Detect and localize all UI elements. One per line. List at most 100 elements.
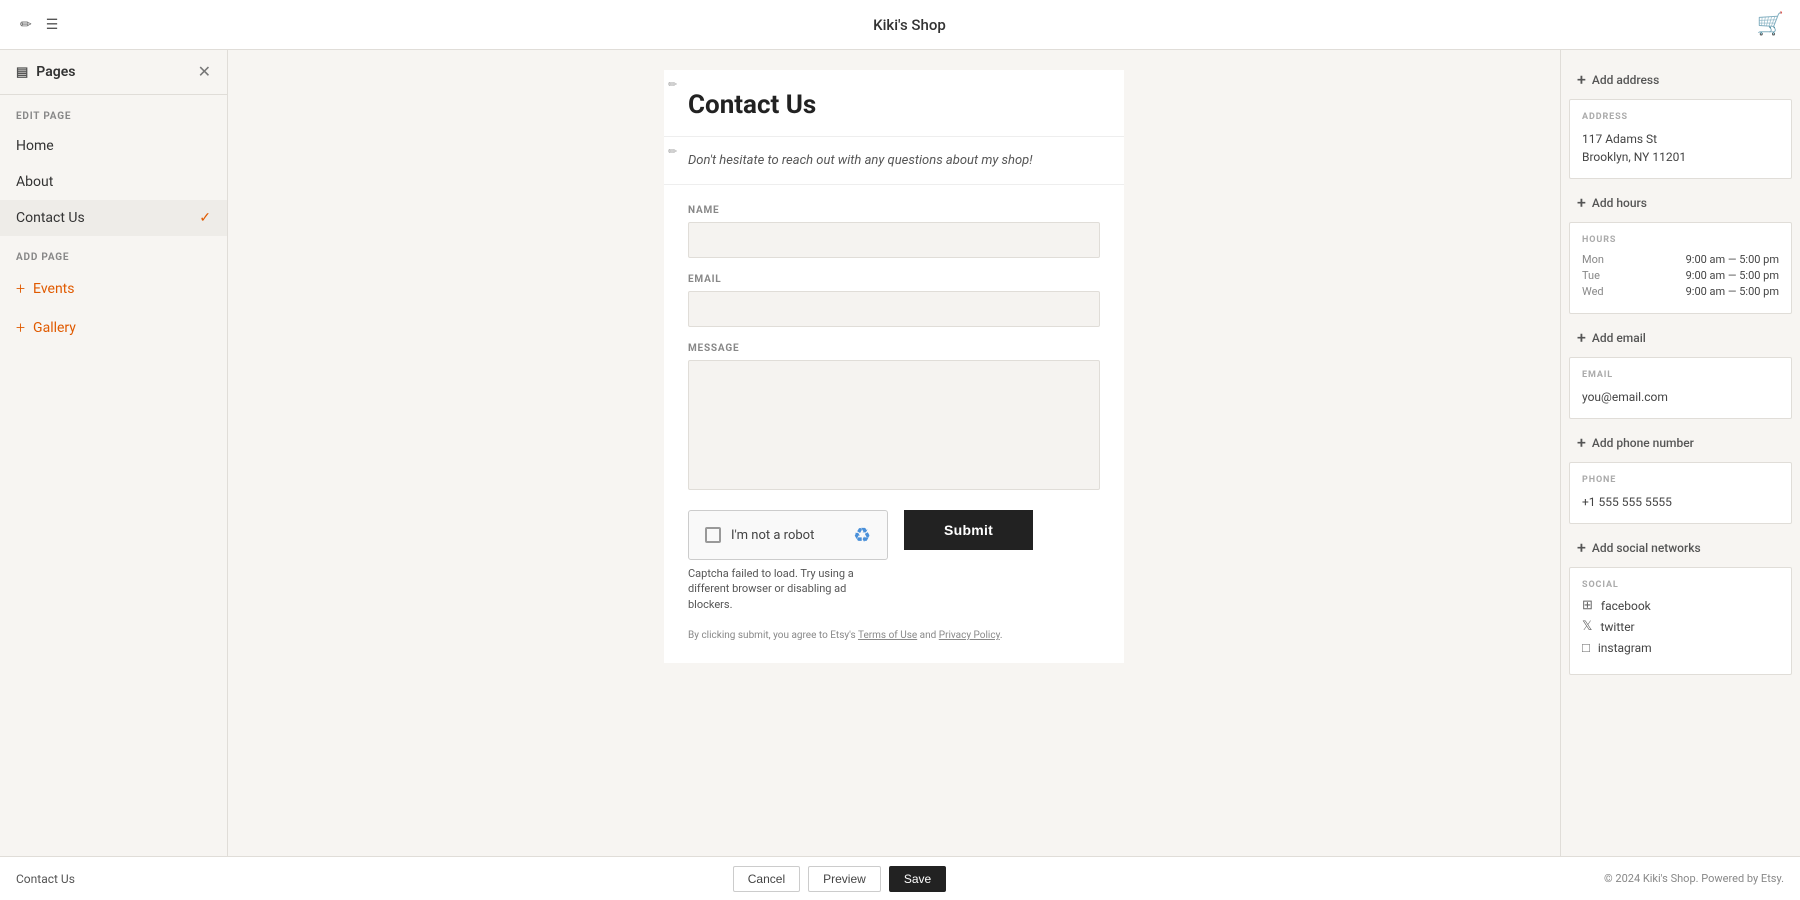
- add-hours-button[interactable]: + Add hours: [1561, 183, 1800, 222]
- email-card-label: EMAIL: [1582, 370, 1779, 380]
- form-section: ✏ Contact Us ✏ Don't hesitate to reach o…: [228, 50, 1560, 856]
- facebook-icon: ⊞: [1582, 598, 1593, 613]
- add-gallery-label: Gallery: [33, 320, 76, 336]
- hours-row-wed: Wed 9:00 am — 5:00 pm: [1582, 285, 1779, 298]
- list-icon[interactable]: ☰: [42, 13, 63, 37]
- twitter-label: twitter: [1600, 620, 1634, 634]
- address-line1: 117 Adams St: [1582, 130, 1779, 148]
- address-line2: Brooklyn, NY 11201: [1582, 148, 1779, 166]
- add-social-button[interactable]: + Add social networks: [1561, 528, 1800, 567]
- add-social-icon: +: [1577, 538, 1586, 557]
- hours-card-label: HOURS: [1582, 235, 1779, 245]
- main-layout: ▤ Pages ✕ EDIT PAGE Home About Contact U…: [0, 50, 1800, 856]
- submit-button[interactable]: Submit: [904, 510, 1033, 550]
- form-canvas: ✏ Contact Us ✏ Don't hesitate to reach o…: [664, 70, 1124, 663]
- hours-card: HOURS Mon 9:00 am — 5:00 pm Tue 9:00 am …: [1569, 222, 1792, 314]
- form-footer-text: By clicking submit, you agree to Etsy's …: [688, 628, 1100, 643]
- pencil-icon[interactable]: ✏: [16, 13, 36, 37]
- preview-button[interactable]: Preview: [808, 866, 881, 892]
- add-phone-icon: +: [1577, 433, 1586, 452]
- contact-info-sidebar: + Add address ADDRESS 117 Adams St Brook…: [1560, 50, 1800, 856]
- form-description: Don't hesitate to reach out with any que…: [688, 153, 1100, 168]
- sidebar-item-contact-label: Contact Us: [16, 210, 85, 226]
- add-page-label: ADD PAGE: [0, 236, 227, 269]
- form-body: NAME EMAIL MESSAGE I'm not a robot ♻: [664, 185, 1124, 663]
- email-label: EMAIL: [688, 274, 1100, 285]
- sidebar-add-gallery[interactable]: + Gallery: [0, 308, 227, 347]
- name-input[interactable]: [688, 222, 1100, 258]
- active-check-icon: ✓: [199, 210, 211, 226]
- add-gallery-icon: +: [16, 318, 25, 337]
- terms-link[interactable]: Terms of Use: [858, 630, 917, 641]
- address-section: + Add address ADDRESS 117 Adams St Brook…: [1561, 60, 1800, 179]
- captcha-error: Captcha failed to load. Try using a diff…: [688, 566, 868, 612]
- message-textarea[interactable]: [688, 360, 1100, 490]
- add-events-icon: +: [16, 279, 25, 298]
- phone-card-label: PHONE: [1582, 475, 1779, 485]
- title-edit-pencil[interactable]: ✏: [668, 78, 677, 91]
- social-card: SOCIAL ⊞ facebook 𝕏 twitter □ instagram: [1569, 567, 1792, 675]
- sidebar-header-title: ▤ Pages: [16, 64, 75, 80]
- captcha-row: I'm not a robot ♻ Captcha failed to load…: [688, 510, 1100, 612]
- twitter-icon: 𝕏: [1582, 619, 1592, 634]
- add-email-button[interactable]: + Add email: [1561, 318, 1800, 357]
- hours-section: + Add hours HOURS Mon 9:00 am — 5:00 pm …: [1561, 183, 1800, 314]
- sidebar-item-about[interactable]: About: [0, 164, 227, 200]
- cancel-button[interactable]: Cancel: [733, 866, 800, 892]
- sidebar-close-button[interactable]: ✕: [198, 62, 211, 82]
- hours-row-tue: Tue 9:00 am — 5:00 pm: [1582, 269, 1779, 282]
- social-row-twitter: 𝕏 twitter: [1582, 619, 1779, 634]
- hours-day-wed: Wed: [1582, 285, 1614, 298]
- email-input[interactable]: [688, 291, 1100, 327]
- privacy-link[interactable]: Privacy Policy: [939, 630, 1000, 641]
- hours-day-tue: Tue: [1582, 269, 1614, 282]
- social-section: + Add social networks SOCIAL ⊞ facebook …: [1561, 528, 1800, 675]
- sidebar-item-home-label: Home: [16, 138, 54, 154]
- bottom-bar-actions: Cancel Preview Save: [733, 866, 946, 892]
- social-card-label: SOCIAL: [1582, 580, 1779, 590]
- hours-time-wed: 9:00 am — 5:00 pm: [1686, 285, 1779, 298]
- add-events-label: Events: [33, 281, 74, 297]
- phone-card: PHONE +1 555 555 5555: [1569, 462, 1792, 524]
- hours-day-mon: Mon: [1582, 253, 1614, 266]
- topbar-right: 🛒: [1757, 12, 1784, 37]
- add-hours-icon: +: [1577, 193, 1586, 212]
- hours-row-mon: Mon 9:00 am — 5:00 pm: [1582, 253, 1779, 266]
- sidebar-title: Pages: [36, 64, 75, 80]
- phone-value: +1 555 555 5555: [1582, 493, 1779, 511]
- sidebar-item-home[interactable]: Home: [0, 128, 227, 164]
- copyright-text: © 2024 Kiki's Shop. Powered by Etsy.: [1604, 872, 1784, 885]
- phone-section: + Add phone number PHONE +1 555 555 5555: [1561, 423, 1800, 524]
- edit-page-label: EDIT PAGE: [0, 95, 227, 128]
- topbar-left: ✏ ☰: [16, 13, 62, 37]
- sidebar-item-contact[interactable]: Contact Us ✓: [0, 200, 227, 236]
- cart-icon[interactable]: 🛒: [1757, 12, 1784, 37]
- sidebar-add-events[interactable]: + Events: [0, 269, 227, 308]
- add-address-button[interactable]: + Add address: [1561, 60, 1800, 99]
- save-button[interactable]: Save: [889, 866, 946, 892]
- add-email-icon: +: [1577, 328, 1586, 347]
- recaptcha-logo: ♻: [853, 523, 871, 547]
- add-social-label: Add social networks: [1592, 541, 1701, 555]
- captcha-checkbox[interactable]: [705, 527, 721, 543]
- facebook-label: facebook: [1601, 599, 1651, 613]
- captcha-label: I'm not a robot: [731, 528, 814, 543]
- add-address-label: Add address: [1592, 73, 1659, 87]
- social-row-instagram: □ instagram: [1582, 640, 1779, 656]
- sidebar: ▤ Pages ✕ EDIT PAGE Home About Contact U…: [0, 50, 228, 856]
- instagram-label: instagram: [1598, 641, 1652, 655]
- bottom-page-label: Contact Us: [16, 872, 75, 886]
- footer-and: and: [920, 630, 939, 641]
- topbar: ✏ ☰ Kiki's Shop 🛒: [0, 0, 1800, 50]
- shop-title: Kiki's Shop: [873, 16, 946, 34]
- name-label: NAME: [688, 205, 1100, 216]
- add-email-label: Add email: [1592, 331, 1646, 345]
- captcha-box[interactable]: I'm not a robot ♻: [688, 510, 888, 560]
- toolbar-icons: ✏ ☰: [16, 13, 62, 37]
- form-header-block: ✏ Contact Us: [664, 70, 1124, 137]
- instagram-icon: □: [1582, 640, 1590, 656]
- desc-edit-pencil[interactable]: ✏: [668, 145, 677, 158]
- bottom-bar: Contact Us Cancel Preview Save © 2024 Ki…: [0, 856, 1800, 900]
- add-phone-button[interactable]: + Add phone number: [1561, 423, 1800, 462]
- address-card: ADDRESS 117 Adams St Brooklyn, NY 11201: [1569, 99, 1792, 179]
